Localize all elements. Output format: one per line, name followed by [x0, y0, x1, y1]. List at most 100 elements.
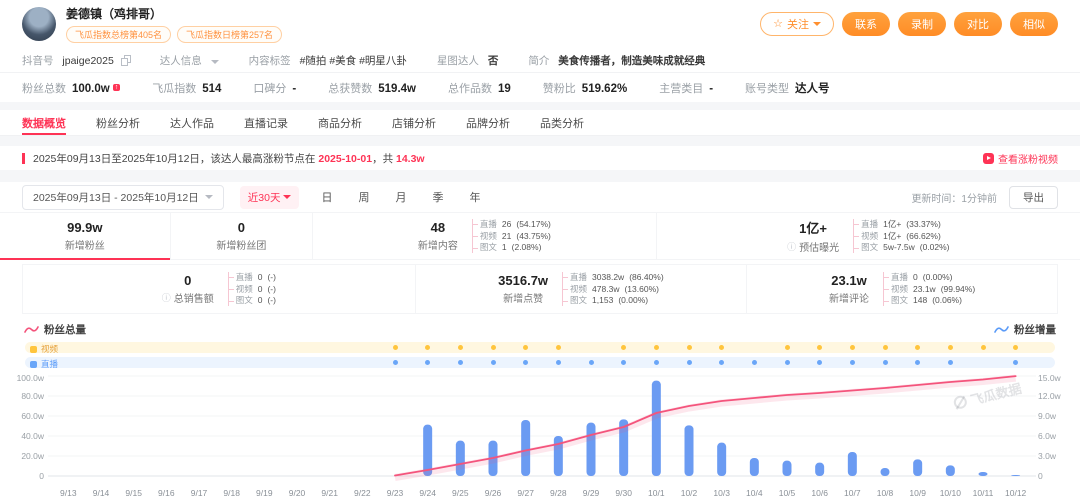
activity-dot	[850, 345, 855, 350]
card-value: 1亿+	[787, 218, 839, 237]
activity-dot	[654, 345, 659, 350]
activity-dot	[621, 345, 626, 350]
activity-dot	[915, 345, 920, 350]
period-option[interactable]: 月	[395, 189, 406, 205]
activity-dot	[687, 345, 692, 350]
stat-value: 达人号	[795, 83, 830, 95]
activity-dot	[719, 360, 724, 365]
activity-dot	[785, 360, 790, 365]
x-axis-label: 9/20	[289, 488, 306, 498]
activity-strips: 视频 直播	[0, 342, 1080, 372]
view-growth-videos-button[interactable]: 查看涨粉视频	[983, 151, 1058, 166]
activity-dot	[915, 360, 920, 365]
summary-card[interactable]: 3516.7w新增点赞直播3038.2w(86.40%)视频478.3w(13.…	[416, 264, 748, 314]
video-days-strip: 视频	[25, 342, 1055, 353]
summary-card[interactable]: 99.9w新增粉丝	[0, 213, 171, 259]
stat-value: 519.4w	[378, 83, 416, 95]
card-breakdown: 直播3038.2w(86.40%)视频478.3w(13.60%)图文1,153…	[562, 272, 664, 306]
activity-dot	[458, 360, 463, 365]
tab-5[interactable]: 店铺分析	[392, 110, 436, 135]
quick-range-dropdown[interactable]: 近30天	[240, 186, 300, 209]
date-range-picker[interactable]: 2025年09月13日 - 2025年10月12日	[22, 185, 224, 210]
x-axis-label: 9/16	[158, 488, 175, 498]
breakdown-row: 视频23.1w(99.94%)	[891, 284, 975, 295]
activity-dot	[491, 345, 496, 350]
stat-label: 粉丝总数	[22, 83, 66, 95]
x-axis-labels: 9/139/149/159/169/179/189/199/209/219/22…	[0, 486, 1080, 500]
period-option[interactable]: 年	[469, 189, 480, 205]
rising-badge: ↑	[113, 84, 121, 91]
period-options: 日周月季年	[321, 189, 480, 205]
y-axis-label-left: 40.0w	[0, 432, 44, 441]
activity-dot	[1013, 345, 1018, 350]
section-divider	[0, 102, 1080, 110]
header-action-button[interactable]: 相似	[1010, 12, 1058, 36]
period-option[interactable]: 季	[432, 189, 443, 205]
summary-card[interactable]: 0新增粉丝团	[171, 213, 314, 259]
info-icon: ⓘ	[162, 291, 171, 304]
y-axis-label-right: 12.0w	[1038, 392, 1061, 401]
x-axis-label: 9/13	[60, 488, 77, 498]
activity-dot	[654, 360, 659, 365]
tab-0[interactable]: 数据概览	[22, 110, 66, 135]
breakdown-row: 视频0(-)	[236, 284, 276, 295]
summary-card[interactable]: 23.1w新增评论直播0(0.00%)视频23.1w(99.94%)图文148(…	[747, 264, 1058, 314]
activity-dot	[393, 360, 398, 365]
creator-info-dropdown[interactable]: 达人信息	[160, 53, 219, 68]
chevron-down-icon	[211, 60, 219, 64]
fans-chart-svg	[0, 374, 1080, 484]
chart-title-total: 粉丝总量	[24, 322, 86, 337]
stat-value: 514	[202, 83, 221, 95]
pink-line-icon	[24, 325, 39, 334]
activity-dot	[393, 345, 398, 350]
chevron-down-icon	[813, 22, 821, 26]
tab-4[interactable]: 商品分析	[318, 110, 362, 135]
breakdown-row: 图文5w-7.5w(0.02%)	[861, 242, 949, 253]
plot-area: 飞瓜数据 100.0w80.0w60.0w40.0w20.0w015.0w12.…	[0, 374, 1080, 486]
stat-value: 100.0w	[72, 83, 110, 95]
tab-7[interactable]: 品类分析	[540, 110, 584, 135]
header-action-button[interactable]: 对比	[954, 12, 1002, 36]
stat-item: 总获赞数519.4w	[328, 80, 416, 96]
tab-6[interactable]: 品牌分析	[466, 110, 510, 135]
stat-item: 账号类型达人号	[745, 80, 830, 96]
tab-3[interactable]: 直播记录	[244, 110, 288, 135]
export-button[interactable]: 导出	[1009, 186, 1058, 209]
card-breakdown: 直播26(54.17%)视频21(43.75%)图文1(2.08%)	[472, 219, 551, 253]
tab-1[interactable]: 粉丝分析	[96, 110, 140, 135]
summary-card[interactable]: 0ⓘ总销售额直播0(-)视频0(-)图文0(-)	[22, 264, 416, 314]
header-action-button[interactable]: 联系	[842, 12, 890, 36]
activity-dot	[948, 360, 953, 365]
period-option[interactable]: 周	[358, 189, 369, 205]
activity-dot	[883, 345, 888, 350]
activity-dot	[785, 345, 790, 350]
stat-value: 19	[498, 83, 511, 95]
header-action-button[interactable]: 录制	[898, 12, 946, 36]
rank-badge: 飞瓜指数总榜第405名	[66, 26, 171, 43]
card-value: 48	[418, 220, 458, 235]
card-breakdown: 直播1亿+(33.37%)视频1亿+(66.62%)图文5w-7.5w(0.02…	[853, 219, 949, 253]
breakdown-row: 直播3038.2w(86.40%)	[570, 272, 664, 283]
follow-button[interactable]: ☆ 关注	[760, 12, 834, 36]
video-legend: 视频	[30, 343, 58, 355]
activity-dot	[621, 360, 626, 365]
activity-dot	[425, 345, 430, 350]
copy-icon[interactable]	[121, 55, 130, 65]
chart-controls: 2025年09月13日 - 2025年10月12日 近30天 日周月季年 更新时…	[0, 182, 1080, 212]
info-icon: ⓘ	[787, 240, 796, 253]
y-axis-label-left: 0	[0, 472, 44, 481]
breakdown-row: 图文0(-)	[236, 295, 276, 306]
activity-dot	[425, 360, 430, 365]
y-axis-label-left: 80.0w	[0, 392, 44, 401]
x-axis-label: 10/1	[648, 488, 665, 498]
tab-2[interactable]: 达人作品	[170, 110, 214, 135]
period-option[interactable]: 日	[321, 189, 332, 205]
y-axis-label-right: 6.0w	[1038, 432, 1056, 441]
breakdown-row: 图文1(2.08%)	[480, 242, 551, 253]
card-breakdown: 直播0(0.00%)视频23.1w(99.94%)图文148(0.06%)	[883, 272, 975, 306]
summary-card[interactable]: 48新增内容直播26(54.17%)视频21(43.75%)图文1(2.08%)	[313, 213, 656, 259]
x-axis-label: 10/4	[746, 488, 763, 498]
summary-card[interactable]: 1亿+ⓘ预估曝光直播1亿+(33.37%)视频1亿+(66.62%)图文5w-7…	[657, 213, 1080, 259]
chart-title-delta: 粉丝增量	[994, 322, 1056, 337]
live-days-strip: 直播	[25, 357, 1055, 368]
